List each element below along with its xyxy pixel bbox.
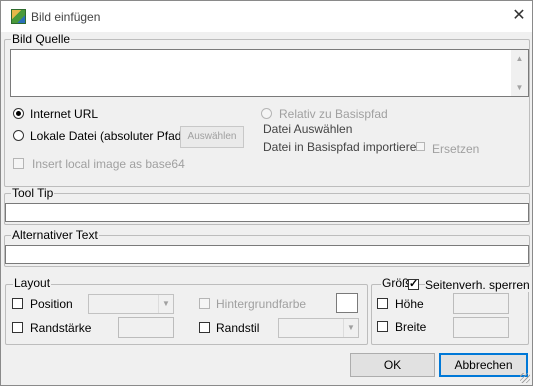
position-select[interactable]: ▼ — [88, 294, 174, 314]
replace-label: Ersetzen — [432, 142, 480, 156]
local-file-radio[interactable] — [13, 130, 24, 141]
background-color-checkbox[interactable] — [199, 298, 210, 309]
replace-checkbox[interactable] — [416, 142, 425, 151]
width-label: Breite — [395, 320, 427, 334]
size-legend: Größ — [381, 276, 411, 290]
background-color-swatch[interactable] — [336, 293, 358, 313]
alt-text-input[interactable] — [5, 245, 529, 264]
border-style-label: Randstil — [216, 321, 260, 335]
width-input[interactable] — [453, 317, 509, 338]
relative-base-label: Relativ zu Basispfad — [279, 107, 388, 121]
ok-button[interactable]: OK — [350, 353, 435, 377]
position-label: Position — [30, 297, 73, 311]
scroll-up-icon[interactable]: ▲ — [511, 50, 528, 67]
textarea-scrollbar[interactable]: ▲ ▼ — [511, 50, 528, 96]
close-icon[interactable]: ✕ — [509, 6, 529, 26]
alt-text-legend: Alternativer Text — [11, 228, 99, 242]
tooltip-legend: Tool Tip — [11, 186, 55, 200]
lock-ratio-label: Seitenverh. sperren — [425, 278, 532, 292]
border-width-label: Randstärke — [30, 321, 92, 335]
position-checkbox[interactable] — [12, 298, 23, 309]
border-width-checkbox[interactable] — [12, 322, 23, 333]
app-icon — [11, 9, 26, 24]
cancel-button[interactable]: Abbrechen — [439, 353, 528, 377]
window-title: Bild einfügen — [31, 10, 101, 24]
chevron-down-icon: ▼ — [158, 295, 173, 313]
height-checkbox[interactable] — [377, 298, 388, 309]
resize-grip[interactable] — [520, 373, 530, 383]
image-source-textarea[interactable]: ▲ ▼ — [10, 49, 529, 97]
height-input[interactable] — [453, 293, 509, 314]
width-checkbox[interactable] — [377, 321, 388, 332]
insert-base64-checkbox[interactable] — [13, 158, 24, 169]
height-label: Höhe — [395, 297, 424, 311]
internet-url-label: Internet URL — [30, 107, 99, 121]
tooltip-input[interactable] — [5, 203, 529, 222]
chevron-down-icon: ▼ — [343, 319, 358, 337]
browse-button[interactable]: Auswählen — [180, 126, 244, 148]
relative-base-radio[interactable] — [261, 108, 272, 119]
border-style-select[interactable]: ▼ — [278, 318, 359, 338]
border-style-checkbox[interactable] — [199, 322, 210, 333]
scroll-down-icon[interactable]: ▼ — [511, 79, 528, 96]
insert-image-dialog: Bild einfügen ✕ Bild Quelle ▲ ▼ Internet… — [0, 0, 533, 386]
title-bar: Bild einfügen ✕ — [1, 1, 532, 32]
insert-base64-label: Insert local image as base64 — [32, 157, 185, 171]
local-file-label: Lokale Datei (absoluter Pfad) — [30, 129, 186, 143]
choose-file-label: Datei Auswählen — [263, 122, 353, 136]
import-base-label: Datei in Basispfad importieren — [263, 140, 424, 154]
background-color-label: Hintergrundfarbe — [216, 297, 307, 311]
layout-legend: Layout — [13, 276, 52, 290]
border-width-input[interactable] — [118, 317, 174, 338]
image-source-legend: Bild Quelle — [11, 32, 72, 46]
internet-url-radio[interactable] — [13, 108, 24, 119]
lock-ratio-checkbox[interactable] — [408, 277, 419, 290]
